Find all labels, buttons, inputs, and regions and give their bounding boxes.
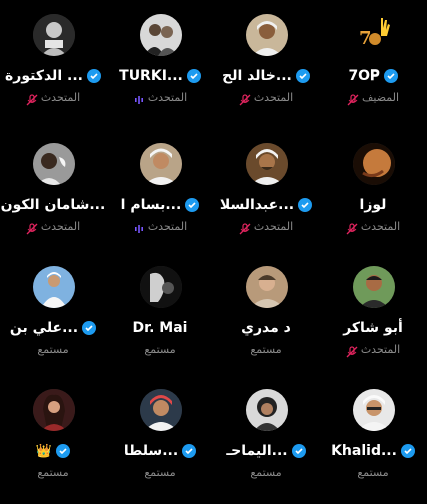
participant-name: سلطا...	[123, 443, 179, 459]
participant-role: المتحدث	[253, 219, 294, 233]
mic-off-icon	[26, 220, 38, 235]
participant-tile[interactable]: اليماحـ... مستمع	[213, 389, 319, 504]
speaking-icon	[133, 91, 145, 104]
avatar	[246, 14, 288, 56]
participant-role: مستمع	[357, 465, 389, 479]
participant-tile[interactable]: د مدري مستمع	[213, 266, 319, 381]
participant-tile[interactable]: شامان الكون... المتحدث	[0, 143, 106, 258]
avatar	[353, 389, 395, 431]
mic-off-icon	[26, 91, 38, 106]
participant-tile[interactable]: عبدالسلا... المتحدث	[213, 143, 319, 258]
participant-role: مستمع	[144, 342, 176, 356]
participant-role: المتحدث	[360, 342, 401, 356]
participant-role: مستمع	[250, 342, 282, 356]
participant-tile[interactable]: Dr. Mai مستمع	[107, 266, 213, 381]
participant-name: شامان الكون...	[0, 197, 106, 213]
participant-tile[interactable]: علي بن... مستمع	[0, 266, 106, 381]
verified-badge-icon	[186, 69, 201, 83]
participant-tile[interactable]: بسام ا... المتحدث	[107, 143, 213, 258]
participant-name: لوزا	[359, 197, 387, 213]
verified-badge-icon	[400, 444, 415, 458]
verified-badge-icon	[291, 444, 306, 458]
participant-name: أبو شاكر	[343, 320, 403, 336]
verified-badge-icon	[86, 69, 101, 83]
avatar	[33, 266, 75, 308]
avatar	[353, 143, 395, 185]
avatar	[140, 14, 182, 56]
avatar	[33, 143, 75, 185]
participant-name: عبدالسلا...	[219, 197, 295, 213]
participant-name: اليماحـ...	[226, 443, 288, 459]
participant-role: المتحدث	[40, 90, 81, 104]
avatar: 7	[353, 14, 395, 56]
verified-badge-icon	[383, 69, 398, 83]
verified-badge-icon	[182, 444, 197, 458]
participant-name: علي بن...	[9, 320, 79, 336]
participant-role: مستمع	[37, 342, 69, 356]
participant-tile[interactable]: أبو شاكر المتحدث	[320, 266, 426, 381]
participant-role: مستمع	[144, 465, 176, 479]
participant-role: المتحدث	[360, 219, 401, 233]
avatar	[33, 389, 75, 431]
participants-grid: 7 7O𝐏 المضيف خالد الح... المتحدث TURKI..…	[0, 0, 427, 500]
participant-tile[interactable]: Khalid... مستمع	[320, 389, 426, 504]
avatar	[353, 266, 395, 308]
participant-name: د مدري	[241, 320, 291, 336]
participant-tile[interactable]: الدكتورة ... المتحدث	[0, 14, 106, 129]
participant-name: TURKI...	[119, 68, 183, 84]
participant-name: خالد الح...	[222, 68, 292, 84]
mic-off-icon	[346, 343, 358, 358]
participant-role: مستمع	[250, 465, 282, 479]
avatar	[246, 143, 288, 185]
crown-emoji: 👑	[35, 443, 53, 459]
participant-name: بسام ا...	[120, 197, 182, 213]
participant-name: 7O𝐏	[348, 68, 380, 84]
participant-tile[interactable]: 7 7O𝐏 المضيف	[320, 14, 426, 129]
participant-tile[interactable]: TURKI... المتحدث	[107, 14, 213, 129]
avatar	[140, 143, 182, 185]
participant-tile[interactable]: خالد الح... المتحدث	[213, 14, 319, 129]
speaking-icon	[133, 220, 145, 233]
mic-off-icon	[239, 220, 251, 235]
avatar	[246, 266, 288, 308]
participant-role: المتحدث	[253, 90, 294, 104]
participant-tile[interactable]: 👑 مستمع	[0, 389, 106, 504]
participant-role: المتحدث	[40, 219, 81, 233]
avatar	[246, 389, 288, 431]
participant-tile[interactable]: لوزا المتحدث	[320, 143, 426, 258]
verified-badge-icon	[185, 198, 200, 212]
participant-role: المضيف	[361, 90, 399, 104]
participant-name: Dr. Mai	[132, 320, 188, 336]
verified-badge-icon	[295, 69, 310, 83]
verified-badge-icon	[82, 321, 97, 335]
verified-badge-icon	[298, 198, 313, 212]
participant-role: المتحدث	[147, 90, 188, 104]
avatar	[140, 266, 182, 308]
mic-off-icon	[346, 220, 358, 235]
mic-off-icon	[347, 91, 359, 106]
mic-off-icon	[239, 91, 251, 106]
avatar	[140, 389, 182, 431]
avatar	[33, 14, 75, 56]
participant-role: مستمع	[37, 465, 69, 479]
participant-tile[interactable]: سلطا... مستمع	[107, 389, 213, 504]
verified-badge-icon	[56, 444, 71, 458]
participant-role: المتحدث	[147, 219, 188, 233]
participant-name: Khalid...	[331, 443, 397, 459]
participant-name: الدكتورة ...	[5, 68, 83, 84]
